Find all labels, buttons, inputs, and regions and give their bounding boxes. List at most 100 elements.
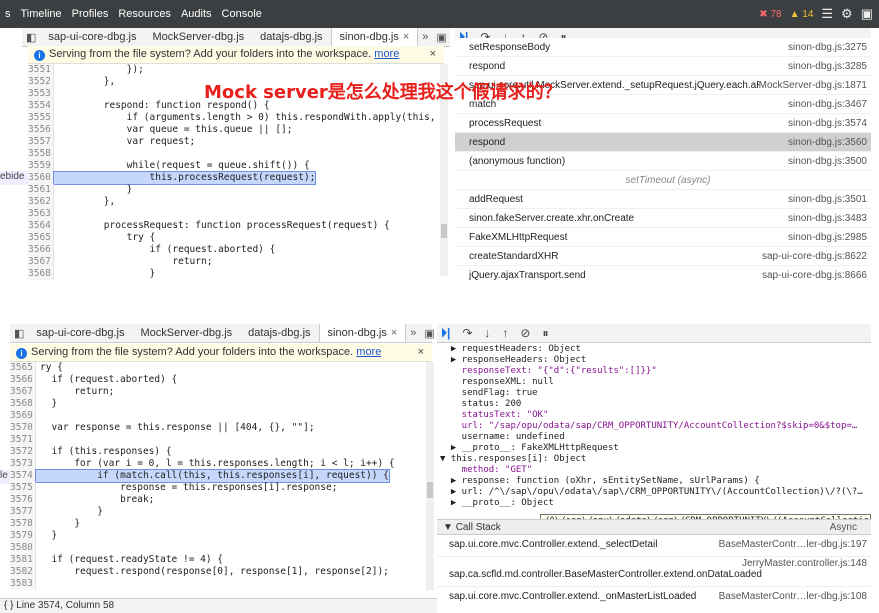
scope-property[interactable]: ▶ requestHeaders: Object (440, 344, 871, 355)
code-line[interactable]: 3556 var queue = this.queue || []; (28, 124, 440, 136)
call-frame[interactable]: sap.ca.scfld.md.controller.BaseMasterCon… (437, 557, 871, 587)
code-line[interactable]: 3576 break; (10, 494, 426, 506)
step-into-icon[interactable]: ↓ (484, 326, 490, 340)
code-line[interactable]: 3572 if (this.responses) { (10, 446, 426, 458)
dock-icon[interactable]: ▣ (861, 6, 873, 22)
line-number[interactable]: 3562 (28, 196, 54, 208)
tab-profiles[interactable]: Profiles (67, 0, 114, 28)
async-checkbox-label[interactable]: Async (830, 520, 857, 535)
line-number[interactable]: 3573 (10, 458, 36, 470)
call-frame[interactable]: sap.ui.core.mvc.Controller.extend._onMas… (437, 587, 871, 605)
scrollbar-thumb[interactable] (427, 482, 433, 498)
close-icon[interactable]: × (403, 31, 409, 43)
tab-resources[interactable]: Resources (113, 0, 176, 28)
line-number[interactable]: 3566 (10, 374, 36, 386)
line-number[interactable]: 3568 (10, 398, 36, 410)
call-frame[interactable]: processRequest sinon-dbg.js:3574 (455, 114, 871, 133)
scope-property[interactable]: responseXML: null (440, 377, 871, 388)
line-number[interactable]: 3569 (10, 410, 36, 422)
line-number[interactable]: 3555 (28, 112, 54, 124)
line-number[interactable]: 3581 (10, 554, 36, 566)
more-tabs-icon[interactable]: » (418, 31, 432, 43)
call-frame[interactable]: (anonymous function) sinon-dbg.js:3500 (455, 152, 871, 171)
code-line[interactable]: 3577 } (10, 506, 426, 518)
line-number[interactable]: 3576 (10, 494, 36, 506)
line-number[interactable]: 3561 (28, 184, 54, 196)
code-line[interactable]: 3582 request.respond(response[0], respon… (10, 566, 426, 578)
line-number[interactable]: 3565 (10, 362, 36, 374)
code-line[interactable]: 3558 (28, 148, 440, 160)
call-frame[interactable]: createStandardXHR sap-ui-core-dbg.js:8622 (455, 247, 871, 266)
line-number[interactable]: 3563 (28, 208, 54, 220)
line-number[interactable]: 3554 (28, 100, 54, 112)
line-number[interactable]: 3568 (28, 268, 54, 280)
more-tabs-icon[interactable]: » (406, 327, 420, 339)
infobar-more-link[interactable]: more (356, 346, 381, 358)
code-line[interactable]: 3555 if (arguments.length > 0) this.resp… (28, 112, 440, 124)
scrollbar-thumb[interactable] (441, 224, 447, 238)
line-number[interactable]: 3570 (10, 422, 36, 434)
line-number[interactable]: 3574 (10, 470, 36, 482)
file-tab[interactable]: sap-ui-core-dbg.js (28, 324, 132, 342)
toggle-debugger-icon[interactable]: ▣ (432, 31, 450, 44)
file-tab[interactable]: datajs-dbg.js (240, 324, 318, 342)
code-line[interactable]: 3578 } (10, 518, 426, 530)
code-line[interactable]: 3568 } (10, 398, 426, 410)
scope-property[interactable]: ▶ __proto__: Object (440, 498, 871, 509)
toggle-navigator-icon[interactable]: ◧ (10, 327, 28, 340)
scope-property[interactable]: responseText: "{"d":{"results":[]}}" (440, 366, 871, 377)
close-icon[interactable]: × (430, 46, 436, 63)
scope-property[interactable]: ▶ responseHeaders: Object (440, 355, 871, 366)
line-number[interactable]: 3579 (10, 530, 36, 542)
line-number[interactable]: 3552 (28, 76, 54, 88)
line-number[interactable]: 3582 (10, 566, 36, 578)
code-line[interactable]: 3557 var request; (28, 136, 440, 148)
file-tab[interactable]: sap-ui-core-dbg.js (40, 28, 144, 46)
file-tab[interactable]: MockServer-dbg.js (144, 28, 252, 46)
format-icon[interactable]: { } (4, 600, 16, 611)
call-frame[interactable]: FakeXMLHttpRequest sinon-dbg.js:2985 (455, 228, 871, 247)
line-number[interactable]: 3575 (10, 482, 36, 494)
code-line[interactable]: 3579 } (10, 530, 426, 542)
line-number[interactable]: 3557 (28, 136, 54, 148)
pause-resume-icon[interactable]: ⏵| (441, 326, 450, 341)
code-line[interactable]: 3566 if (request.aborted) { (10, 374, 426, 386)
tab-sources[interactable]: s (0, 0, 16, 28)
pause-on-exceptions-icon[interactable]: ⏸ (542, 326, 548, 341)
code-line[interactable]: 3568 } (28, 268, 440, 280)
scope-property[interactable]: statusText: "OK" (440, 410, 871, 421)
tab-timeline[interactable]: Timeline (16, 0, 67, 28)
error-count[interactable]: ✖ 78 (759, 9, 781, 20)
scope-property[interactable]: username: undefined (440, 432, 871, 443)
line-number[interactable]: 3559 (28, 160, 54, 172)
scope-property[interactable]: status: 200 (440, 399, 871, 410)
code-line[interactable]: 3580 (10, 542, 426, 554)
line-number[interactable]: 3556 (28, 124, 54, 136)
file-tab[interactable]: datajs-dbg.js (252, 28, 330, 46)
code-line[interactable]: 3551 }); (28, 64, 440, 76)
code-line[interactable]: 3566 if (request.aborted) { (28, 244, 440, 256)
code-line[interactable]: 3565 try { (28, 232, 440, 244)
line-number[interactable]: 3580 (10, 542, 36, 554)
step-out-icon[interactable]: ↑ (502, 326, 508, 340)
line-number[interactable]: 3583 (10, 578, 36, 590)
scope-property[interactable]: ▶ __proto__: FakeXMLHttpRequest (440, 443, 871, 454)
code-line[interactable]: 3571 (10, 434, 426, 446)
call-frame[interactable]: sap.ui.core.mvc.Controller.extend._selec… (437, 535, 871, 557)
line-number[interactable]: 3564 (28, 220, 54, 232)
line-number[interactable]: 3578 (10, 518, 36, 530)
tab-audits[interactable]: Audits (176, 0, 217, 28)
call-frame[interactable]: sinon.fakeServer.create.xhr.onCreate sino… (455, 209, 871, 228)
line-number[interactable]: 3577 (10, 506, 36, 518)
line-number[interactable]: 3553 (28, 88, 54, 100)
deactivate-breakpoints-icon[interactable]: ⊘ (520, 326, 530, 340)
code-line[interactable]: 3561 } (28, 184, 440, 196)
line-number[interactable]: 3551 (28, 64, 54, 76)
scope-property[interactable]: ▶ url: /^\/sap\/opu\/odata\/sap\/CRM_OPP… (440, 487, 871, 498)
toggle-navigator-icon[interactable]: ◧ (22, 31, 40, 44)
scope-property[interactable]: method: "GET" (440, 465, 871, 476)
line-number[interactable]: 3560 (28, 172, 54, 184)
bottom-code-editor[interactable]: 3565 ry {3566 if (request.aborted) {3567 … (10, 362, 426, 592)
file-tab-active[interactable]: sinon-dbg.js × (318, 324, 407, 342)
scope-property[interactable]: sendFlag: true (440, 388, 871, 399)
